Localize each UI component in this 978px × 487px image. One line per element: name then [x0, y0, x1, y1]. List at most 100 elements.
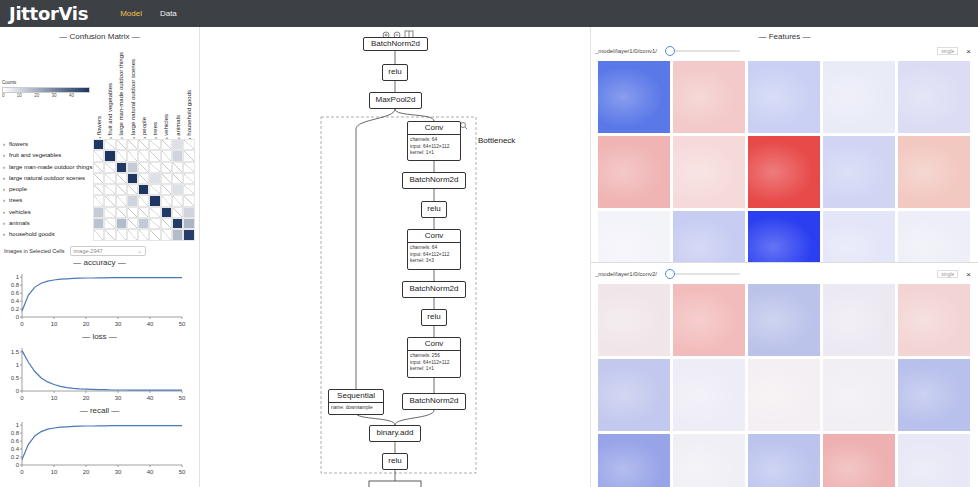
matrix-cell[interactable] [183, 218, 194, 229]
matrix-cell[interactable] [161, 229, 172, 240]
close-button[interactable]: × [966, 47, 971, 56]
row-label[interactable]: ›animals [0, 218, 93, 229]
matrix-cell[interactable] [183, 173, 194, 184]
matrix-cell[interactable] [161, 173, 172, 184]
matrix-cell[interactable] [149, 229, 160, 240]
matrix-cell[interactable] [116, 150, 127, 161]
feature-map[interactable] [598, 136, 670, 208]
column-label[interactable]: › animals [172, 44, 183, 139]
expand-arrow-icon[interactable]: › [3, 139, 9, 150]
matrix-cell[interactable] [104, 207, 115, 218]
matrix-cell[interactable] [93, 207, 104, 218]
logo[interactable]: JittorVis [9, 3, 88, 24]
feature-map[interactable] [823, 136, 895, 208]
matrix-cell[interactable] [172, 184, 183, 195]
tab[interactable]: Model [120, 9, 142, 18]
feature-map[interactable] [823, 434, 895, 487]
feature-map[interactable] [673, 284, 745, 356]
matrix-cell[interactable] [116, 229, 127, 240]
matrix-cell[interactable] [104, 195, 115, 206]
feature-map[interactable] [748, 211, 820, 263]
feature-map[interactable] [823, 61, 895, 133]
matrix-cell[interactable] [104, 150, 115, 161]
matrix-cell[interactable] [149, 184, 160, 195]
column-label[interactable]: › large natural outdoor scenes [127, 44, 138, 139]
column-label[interactable]: › flowers [93, 44, 104, 139]
column-label[interactable]: › people [138, 44, 149, 139]
matrix-cell[interactable] [138, 195, 149, 206]
column-label[interactable]: › fruit and vegetables [104, 44, 115, 139]
column-label[interactable]: › vehicles [161, 44, 172, 139]
matrix-cell[interactable] [149, 150, 160, 161]
matrix-cell[interactable] [93, 195, 104, 206]
matrix-cell[interactable] [104, 173, 115, 184]
matrix-cell[interactable] [161, 218, 172, 229]
feature-map[interactable] [598, 211, 670, 263]
graph-node[interactable]: BatchNorm2d [402, 281, 466, 298]
matrix-cell[interactable] [161, 184, 172, 195]
image-select[interactable]: image-2947⌄ [70, 246, 146, 256]
matrix-cell[interactable] [116, 139, 127, 150]
matrix-cell[interactable] [127, 207, 138, 218]
magnifier-icon[interactable] [461, 123, 468, 130]
matrix-cell[interactable] [161, 207, 172, 218]
matrix-cell[interactable] [149, 207, 160, 218]
matrix-cell[interactable] [161, 139, 172, 150]
matrix-cell[interactable] [138, 139, 149, 150]
matrix-cell[interactable] [116, 184, 127, 195]
matrix-cell[interactable] [138, 162, 149, 173]
matrix-cell[interactable] [116, 207, 127, 218]
matrix-cell[interactable] [149, 218, 160, 229]
matrix-cell[interactable] [172, 218, 183, 229]
expand-arrow-icon[interactable]: › [3, 195, 9, 206]
matrix-cell[interactable] [93, 173, 104, 184]
matrix-cell[interactable] [149, 173, 160, 184]
slider-thumb[interactable] [665, 269, 675, 279]
graph-node[interactable]: BatchNorm2d [402, 393, 466, 410]
matrix-cell[interactable] [183, 162, 194, 173]
feature-map[interactable] [898, 136, 970, 208]
matrix-cell[interactable] [183, 195, 194, 206]
feature-map[interactable] [748, 284, 820, 356]
matrix-cell[interactable] [127, 150, 138, 161]
matrix-cell[interactable] [172, 162, 183, 173]
matrix-cell[interactable] [138, 173, 149, 184]
column-label[interactable]: › household goods [183, 44, 194, 139]
graph-node[interactable]: relu [421, 201, 447, 218]
feature-map[interactable] [598, 359, 670, 431]
expand-arrow-icon[interactable]: › [3, 184, 9, 195]
graph-node[interactable]: Convchannels: 256input: 64×112×112kernel… [407, 337, 461, 378]
matrix-cell[interactable] [138, 229, 149, 240]
mode-select[interactable]: single [937, 270, 958, 278]
feature-map[interactable] [598, 434, 670, 487]
feature-map[interactable] [748, 359, 820, 431]
graph-node[interactable]: BatchNorm2d [363, 37, 428, 51]
feature-map[interactable] [673, 211, 745, 263]
row-label[interactable]: ›trees [0, 195, 93, 206]
matrix-cell[interactable] [183, 207, 194, 218]
feature-map[interactable] [823, 284, 895, 356]
graph-node[interactable]: BatchNorm2d [402, 172, 466, 189]
slider-thumb[interactable] [665, 46, 675, 56]
expand-arrow-icon[interactable]: › [3, 207, 9, 218]
matrix-cell[interactable] [116, 162, 127, 173]
matrix-cell[interactable] [104, 184, 115, 195]
matrix-cell[interactable] [149, 195, 160, 206]
matrix-cell[interactable] [93, 229, 104, 240]
matrix-cell[interactable] [183, 150, 194, 161]
matrix-cell[interactable] [172, 150, 183, 161]
feature-map[interactable] [673, 359, 745, 431]
matrix-cell[interactable] [149, 162, 160, 173]
close-button[interactable]: × [966, 270, 971, 279]
matrix-cell[interactable] [183, 139, 194, 150]
feature-map[interactable] [823, 359, 895, 431]
matrix-cell[interactable] [127, 184, 138, 195]
matrix-cell[interactable] [138, 218, 149, 229]
graph-node[interactable]: relu [382, 64, 408, 81]
matrix-cell[interactable] [138, 150, 149, 161]
expand-arrow-icon[interactable]: › [3, 173, 9, 184]
matrix-cell[interactable] [127, 139, 138, 150]
matrix-cell[interactable] [116, 218, 127, 229]
graph-node[interactable] [369, 481, 421, 487]
graph-node[interactable]: MaxPool2d [369, 92, 422, 109]
